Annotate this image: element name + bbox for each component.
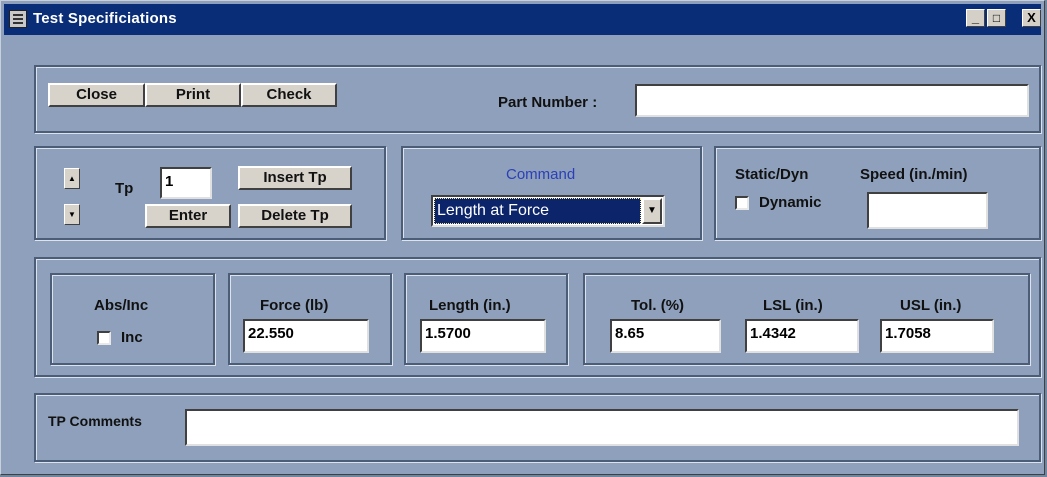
test-specifications-window: Test Specificiations _ □ X Close Print C… [0,0,1045,475]
dynamic-checkbox-label: Dynamic [759,194,822,211]
window-title: Test Specificiations [33,10,177,27]
dropdown-arrow-icon[interactable]: ▼ [642,198,662,224]
minimize-button[interactable]: _ [966,9,985,27]
usl-label: USL (in.) [900,297,962,314]
length-label: Length (in.) [429,297,511,314]
insert-tp-button[interactable]: Insert Tp [238,166,352,190]
delete-tp-button[interactable]: Delete Tp [238,204,352,228]
usl-input[interactable]: 1.7058 [880,319,994,353]
tp-up-button[interactable]: ▲ [64,168,80,189]
static-dyn-label: Static/Dyn [735,166,809,183]
tp-comments-input[interactable] [185,409,1019,446]
speed-input[interactable] [867,192,988,229]
tp-comments-label: TP Comments [48,413,142,429]
length-input[interactable]: 1.5700 [420,319,546,353]
speed-label: Speed (in./min) [860,166,968,183]
part-number-label: Part Number : [498,94,598,111]
part-number-input[interactable] [635,84,1029,117]
tp-input[interactable]: 1 [160,167,212,199]
lsl-input[interactable]: 1.4342 [745,319,859,353]
tp-down-button[interactable]: ▼ [64,204,80,225]
check-button[interactable]: Check [241,83,337,107]
command-label: Command [506,166,576,183]
abs-inc-group [50,273,215,365]
title-bar[interactable]: Test Specificiations _ □ X [4,4,1041,35]
enter-button[interactable]: Enter [145,204,231,228]
force-label: Force (lb) [260,297,329,314]
command-selected-value: Length at Force [434,198,641,224]
lsl-label: LSL (in.) [763,297,823,314]
inc-checkbox[interactable] [97,331,111,345]
tp-label: Tp [115,180,134,197]
dynamic-checkbox[interactable] [735,196,749,210]
tolerance-label: Tol. (%) [631,297,685,314]
command-select[interactable]: Length at Force ▼ [431,195,665,227]
tolerance-input[interactable]: 8.65 [610,319,721,353]
app-icon [9,10,27,28]
maximize-button[interactable]: □ [987,9,1006,27]
inc-checkbox-label: Inc [121,329,143,346]
close-window-button[interactable]: X [1022,9,1041,27]
print-button[interactable]: Print [145,83,241,107]
force-input[interactable]: 22.550 [243,319,369,353]
abs-inc-label: Abs/Inc [94,297,149,314]
close-button[interactable]: Close [48,83,145,107]
